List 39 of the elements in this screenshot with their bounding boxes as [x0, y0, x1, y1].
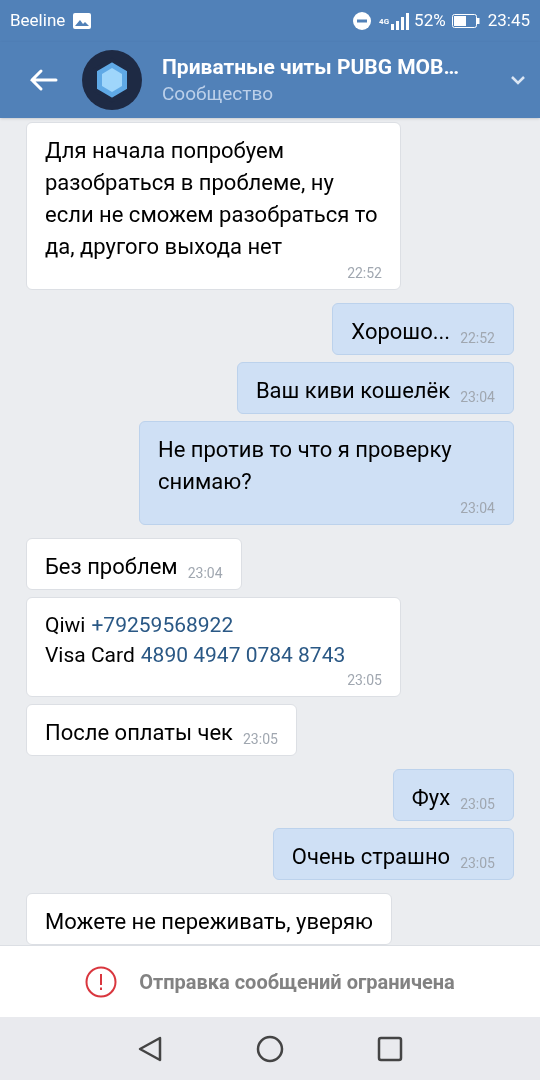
payment-label: Qiwi: [45, 612, 86, 639]
message-time: 23:05: [242, 730, 278, 749]
network-type: 4G: [379, 16, 390, 26]
message-text: Для начала попробуем разобраться в проблеме, ну если не сможем разобраться то да, другого выхода нет: [45, 137, 379, 261]
message-text: Не против то что я проверку снимаю?: [158, 436, 453, 496]
message-text: Хорошо...: [351, 318, 451, 346]
link[interactable]: +79259568922: [91, 610, 234, 640]
signal-icon: [390, 12, 411, 30]
message-text: Можете не переживать, уверяю: [45, 908, 374, 936]
restriction-notice: Отправка сообщений ограничена: [139, 968, 455, 996]
message-text: Очень страшно: [291, 843, 451, 871]
message-time: 23:04: [459, 499, 495, 518]
recents-nav-icon[interactable]: [377, 1035, 404, 1062]
message-time: 23:04: [186, 564, 223, 583]
home-nav-icon[interactable]: [256, 1034, 284, 1063]
message-text: Без проблем: [45, 553, 178, 581]
community-avatar[interactable]: [82, 50, 142, 110]
message-text: После оплаты чек: [45, 719, 233, 747]
chat-title: Приватные читы PUBG MOB…: [162, 54, 461, 81]
battery-icon: [451, 14, 480, 28]
message-time: 23:05: [346, 671, 382, 690]
message-time: 23:04: [459, 388, 495, 407]
message-time: 23:05: [459, 795, 495, 814]
chevron-down-icon[interactable]: [510, 75, 526, 85]
chat-subtitle: Сообщество: [162, 81, 275, 107]
back-nav-icon[interactable]: [136, 1034, 163, 1063]
clock: 23:45: [487, 9, 530, 33]
link[interactable]: 4890 4947 0784 8743: [140, 640, 346, 670]
message-text: Фух: [411, 784, 451, 812]
battery-percent: 52%: [414, 9, 446, 33]
carrier-name: Beeline: [10, 9, 66, 33]
message-time: 22:52: [459, 329, 495, 348]
message-time: 22:52: [346, 264, 382, 283]
image-icon: [73, 13, 92, 29]
warning-icon: [85, 965, 118, 998]
payment-label: Visa Card: [45, 642, 135, 669]
do-not-disturb-icon: [353, 12, 372, 30]
message-text: Ваш киви кошелёк: [255, 377, 451, 405]
message-time: 23:05: [459, 854, 495, 873]
